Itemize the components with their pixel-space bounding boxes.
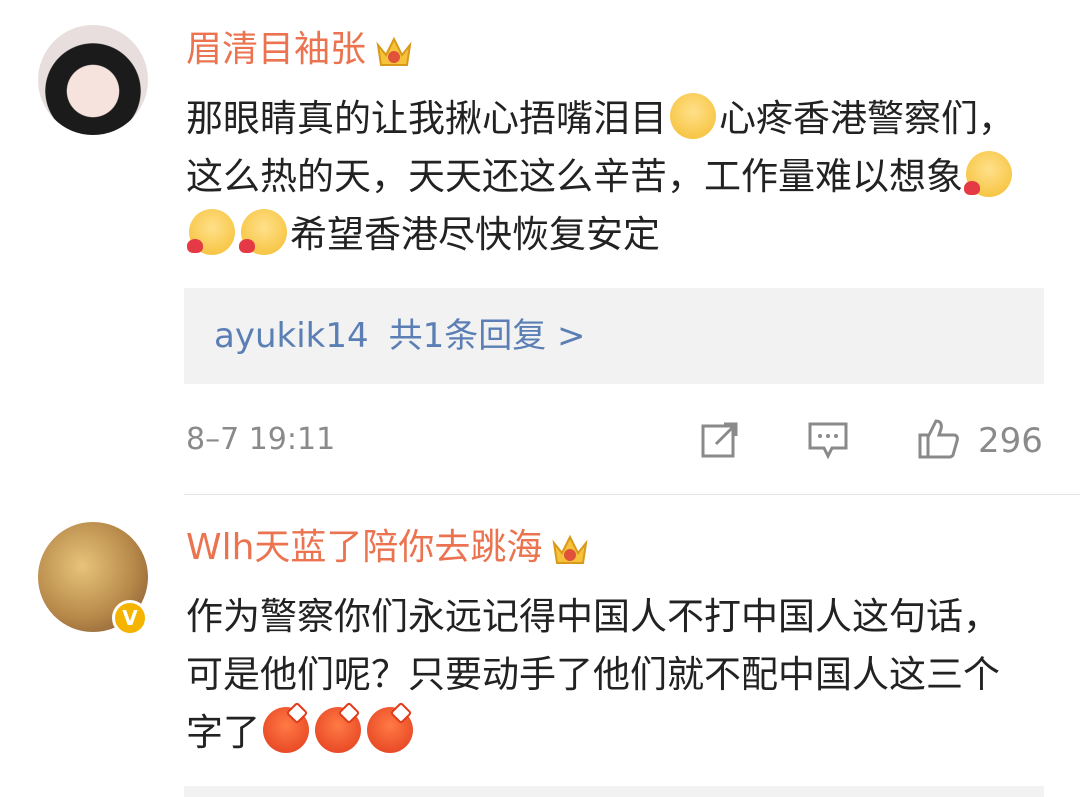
angry-emoji-icon <box>263 707 309 753</box>
thumbs-up-icon[interactable] <box>916 417 960 461</box>
reply-count-link[interactable]: 共1条回复 > <box>389 316 586 356</box>
username-label: 眉清目袖张 <box>186 29 367 70</box>
like-count: 296 <box>978 421 1043 461</box>
comment-text-part: 那眼睛真的让我揪心捂嘴泪目 <box>186 97 667 140</box>
cute-emoji-icon <box>964 151 1012 197</box>
comment-username[interactable]: 眉清目袖张 <box>186 26 414 74</box>
vip-crown-icon <box>376 36 412 66</box>
reply-user[interactable]: ayukik14 <box>214 316 369 356</box>
comment-text: 作为警察你们永远记得中国人不打中国人这句话，可是他们呢？只要动手了他们就不配中国… <box>186 588 1036 762</box>
verified-badge-icon: V <box>112 600 148 636</box>
reply-preview[interactable]: ayukik14 共1条回复 > <box>184 288 1044 384</box>
vip-crown-icon <box>552 534 588 564</box>
comment-divider <box>184 494 1080 495</box>
username-label: Wlh天蓝了陪你去跳海 <box>186 527 543 568</box>
angry-emoji-icon <box>315 707 361 753</box>
cute-emoji-icon <box>239 209 287 255</box>
angry-emoji-icon <box>367 707 413 753</box>
comment-text: 那眼睛真的让我揪心捂嘴泪目 心疼香港警察们，这么热的天，天天还这么辛苦，工作量难以… <box>186 90 1036 264</box>
avatar[interactable] <box>38 25 148 135</box>
cute-emoji-icon <box>187 209 235 255</box>
comment-username[interactable]: Wlh天蓝了陪你去跳海 <box>186 524 590 572</box>
comment-timestamp: 8–7 19:11 <box>186 422 336 457</box>
pity-emoji-icon <box>670 93 716 139</box>
comment-text-part: 希望香港尽快恢复安定 <box>290 213 660 256</box>
share-icon[interactable] <box>698 418 742 462</box>
comment-icon[interactable] <box>806 418 850 462</box>
reply-preview[interactable] <box>184 786 1044 797</box>
